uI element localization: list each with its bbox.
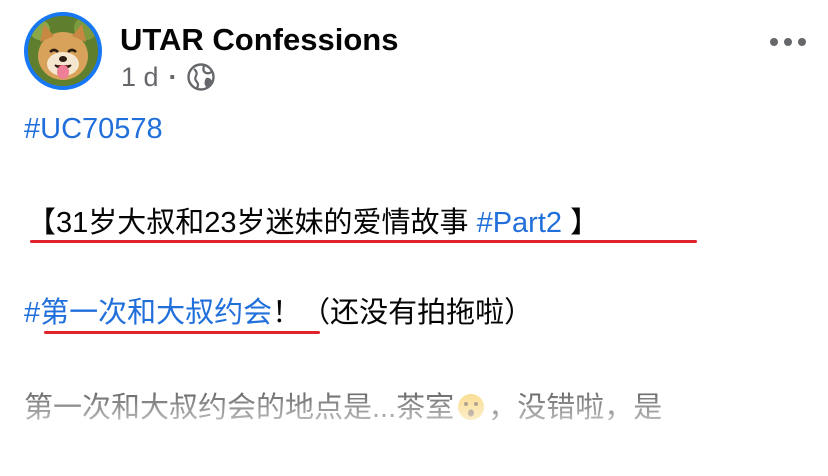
body-text-before: 第一次和大叔约会的地点是...茶室 [24, 392, 455, 424]
post-header: UTAR Confessions 1 d · [24, 12, 828, 96]
hashtag-post-id[interactable]: #UC70578 [24, 113, 163, 146]
more-horizontal-icon [770, 38, 778, 46]
subtitle-red-underline [44, 331, 320, 334]
title-text-open: 【31岁大叔和23岁迷妹的爱情故事 [27, 207, 477, 239]
hushed-face-emoji [456, 392, 486, 422]
shiba-dog-avatar [28, 16, 98, 86]
hashtag-first-date[interactable]: #第一次和大叔约会 [24, 297, 272, 329]
post-body-line: 第一次和大叔约会的地点是...茶室 ，没错啦，是 [24, 384, 662, 426]
title-text-close: 】 [562, 207, 600, 239]
post-time[interactable]: 1 d [121, 62, 159, 93]
subtitle-rest: ！（还没有拍拖啦） [272, 297, 534, 329]
more-options-button[interactable] [770, 32, 806, 52]
post-subtitle-line: #第一次和大叔约会！（还没有拍拖啦） [24, 289, 533, 331]
post-title-line: 【31岁大叔和23岁迷妹的爱情故事 #Part2 】 [27, 199, 599, 241]
hashtag-part2[interactable]: #Part2 [477, 207, 562, 239]
meta-separator: · [168, 61, 178, 92]
page-avatar[interactable] [24, 12, 102, 90]
globe-icon [186, 62, 216, 92]
title-red-underline [30, 240, 697, 243]
post-meta: 1 d · [121, 60, 216, 94]
body-text-after: ，没错啦，是 [488, 392, 663, 424]
page-name[interactable]: UTAR Confessions [120, 22, 398, 58]
